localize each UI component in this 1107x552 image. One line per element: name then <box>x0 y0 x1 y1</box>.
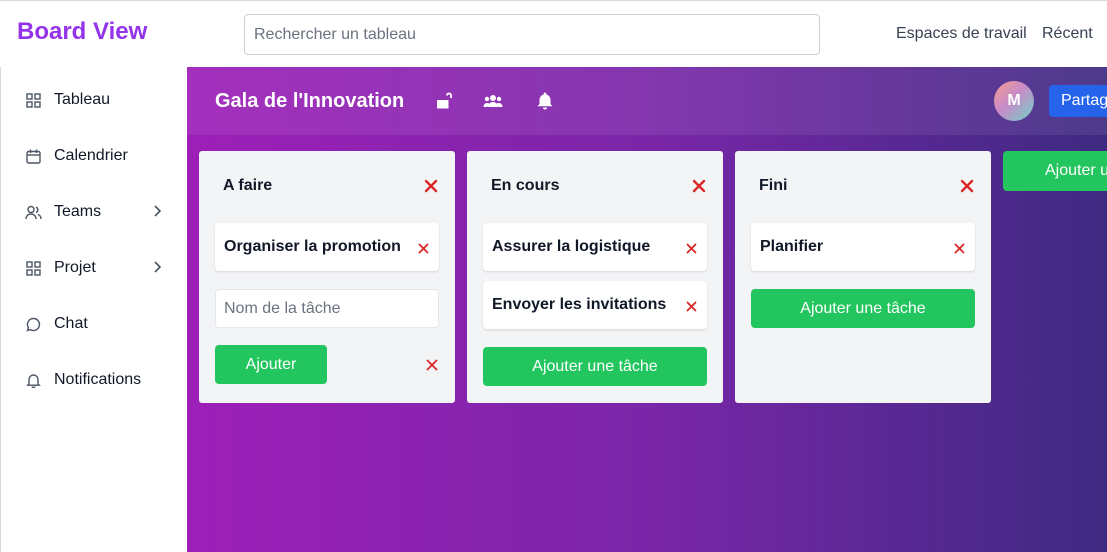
cancel-icon[interactable] <box>426 358 438 371</box>
sidebar-item-label: Projet <box>54 259 96 276</box>
task-card[interactable]: Assurer la logistique <box>483 223 707 271</box>
task-title: Assurer la logistique <box>492 238 651 255</box>
close-icon[interactable] <box>686 299 697 312</box>
sidebar-item-label: Teams <box>54 203 102 220</box>
sidebar-item-label: Chat <box>54 315 88 332</box>
chevron-right-icon <box>153 260 162 278</box>
task-card[interactable]: Envoyer les invitations <box>483 281 707 329</box>
task-title: Organiser la promotion <box>224 238 401 255</box>
close-icon[interactable] <box>960 179 974 193</box>
grid-icon <box>25 92 42 109</box>
close-icon[interactable] <box>418 241 429 254</box>
top-bar: Board View Espaces de travail Récent <box>0 0 1107 67</box>
sidebar-item-label: Tableau <box>54 91 111 108</box>
chat-icon <box>25 316 42 333</box>
sidebar-item-notifications[interactable]: Notifications <box>25 368 165 392</box>
add-task-button[interactable]: Ajouter une tâche <box>483 347 707 386</box>
close-icon[interactable] <box>954 241 965 254</box>
list-title[interactable]: Fini <box>759 177 787 195</box>
sidebar-item-calendrier[interactable]: Calendrier <box>25 144 165 168</box>
sidebar-item-label: Notifications <box>54 371 142 388</box>
unlock-icon[interactable] <box>434 91 454 111</box>
sidebar-item-projet[interactable]: Projet <box>25 256 165 280</box>
task-card[interactable]: Planifier <box>751 223 975 271</box>
board-area: Gala de l'Innovation M Partager A faire … <box>187 67 1107 552</box>
sidebar-item-tableau[interactable]: Tableau <box>25 88 165 112</box>
sidebar-item-teams[interactable]: Teams <box>25 200 165 224</box>
task-name-input[interactable] <box>215 289 439 328</box>
sidebar-item-label: Calendrier <box>54 147 128 164</box>
list-en-cours: En cours Assurer la logistique Envoyer l… <box>467 151 723 403</box>
nav-workspaces[interactable]: Espaces de travail <box>896 25 1027 43</box>
grid-icon <box>25 260 42 277</box>
users-icon[interactable] <box>483 91 503 111</box>
sidebar: Tableau Calendrier Teams Projet Chat Not… <box>0 67 187 552</box>
nav-recent[interactable]: Récent <box>1042 25 1093 43</box>
add-task-button[interactable]: Ajouter une tâche <box>751 289 975 328</box>
add-button[interactable]: Ajouter <box>215 345 327 384</box>
close-icon[interactable] <box>686 241 697 254</box>
bell-icon <box>25 372 42 389</box>
task-title: Envoyer les invitations <box>492 296 667 313</box>
share-button[interactable]: Partager <box>1049 85 1107 117</box>
list-title[interactable]: En cours <box>491 177 559 195</box>
chevron-right-icon <box>153 204 162 222</box>
board-title[interactable]: Gala de l'Innovation <box>215 90 404 113</box>
add-list-button[interactable]: Ajouter une liste <box>1003 151 1107 191</box>
brand-logo[interactable]: Board View <box>17 18 147 46</box>
close-icon[interactable] <box>424 179 438 193</box>
board-header: Gala de l'Innovation M Partager <box>187 67 1107 135</box>
close-icon[interactable] <box>692 179 706 193</box>
search-input[interactable] <box>244 14 820 55</box>
list-a-faire: A faire Organiser la promotion Ajouter <box>199 151 455 403</box>
users-icon <box>25 204 42 221</box>
calendar-icon <box>25 148 42 165</box>
task-title: Planifier <box>760 238 824 255</box>
avatar[interactable]: M <box>994 81 1034 121</box>
list-fini: Fini Planifier Ajouter une tâche <box>735 151 991 403</box>
bell-icon[interactable] <box>535 91 555 111</box>
sidebar-item-chat[interactable]: Chat <box>25 312 165 336</box>
task-card[interactable]: Organiser la promotion <box>215 223 439 271</box>
list-title[interactable]: A faire <box>223 177 272 195</box>
